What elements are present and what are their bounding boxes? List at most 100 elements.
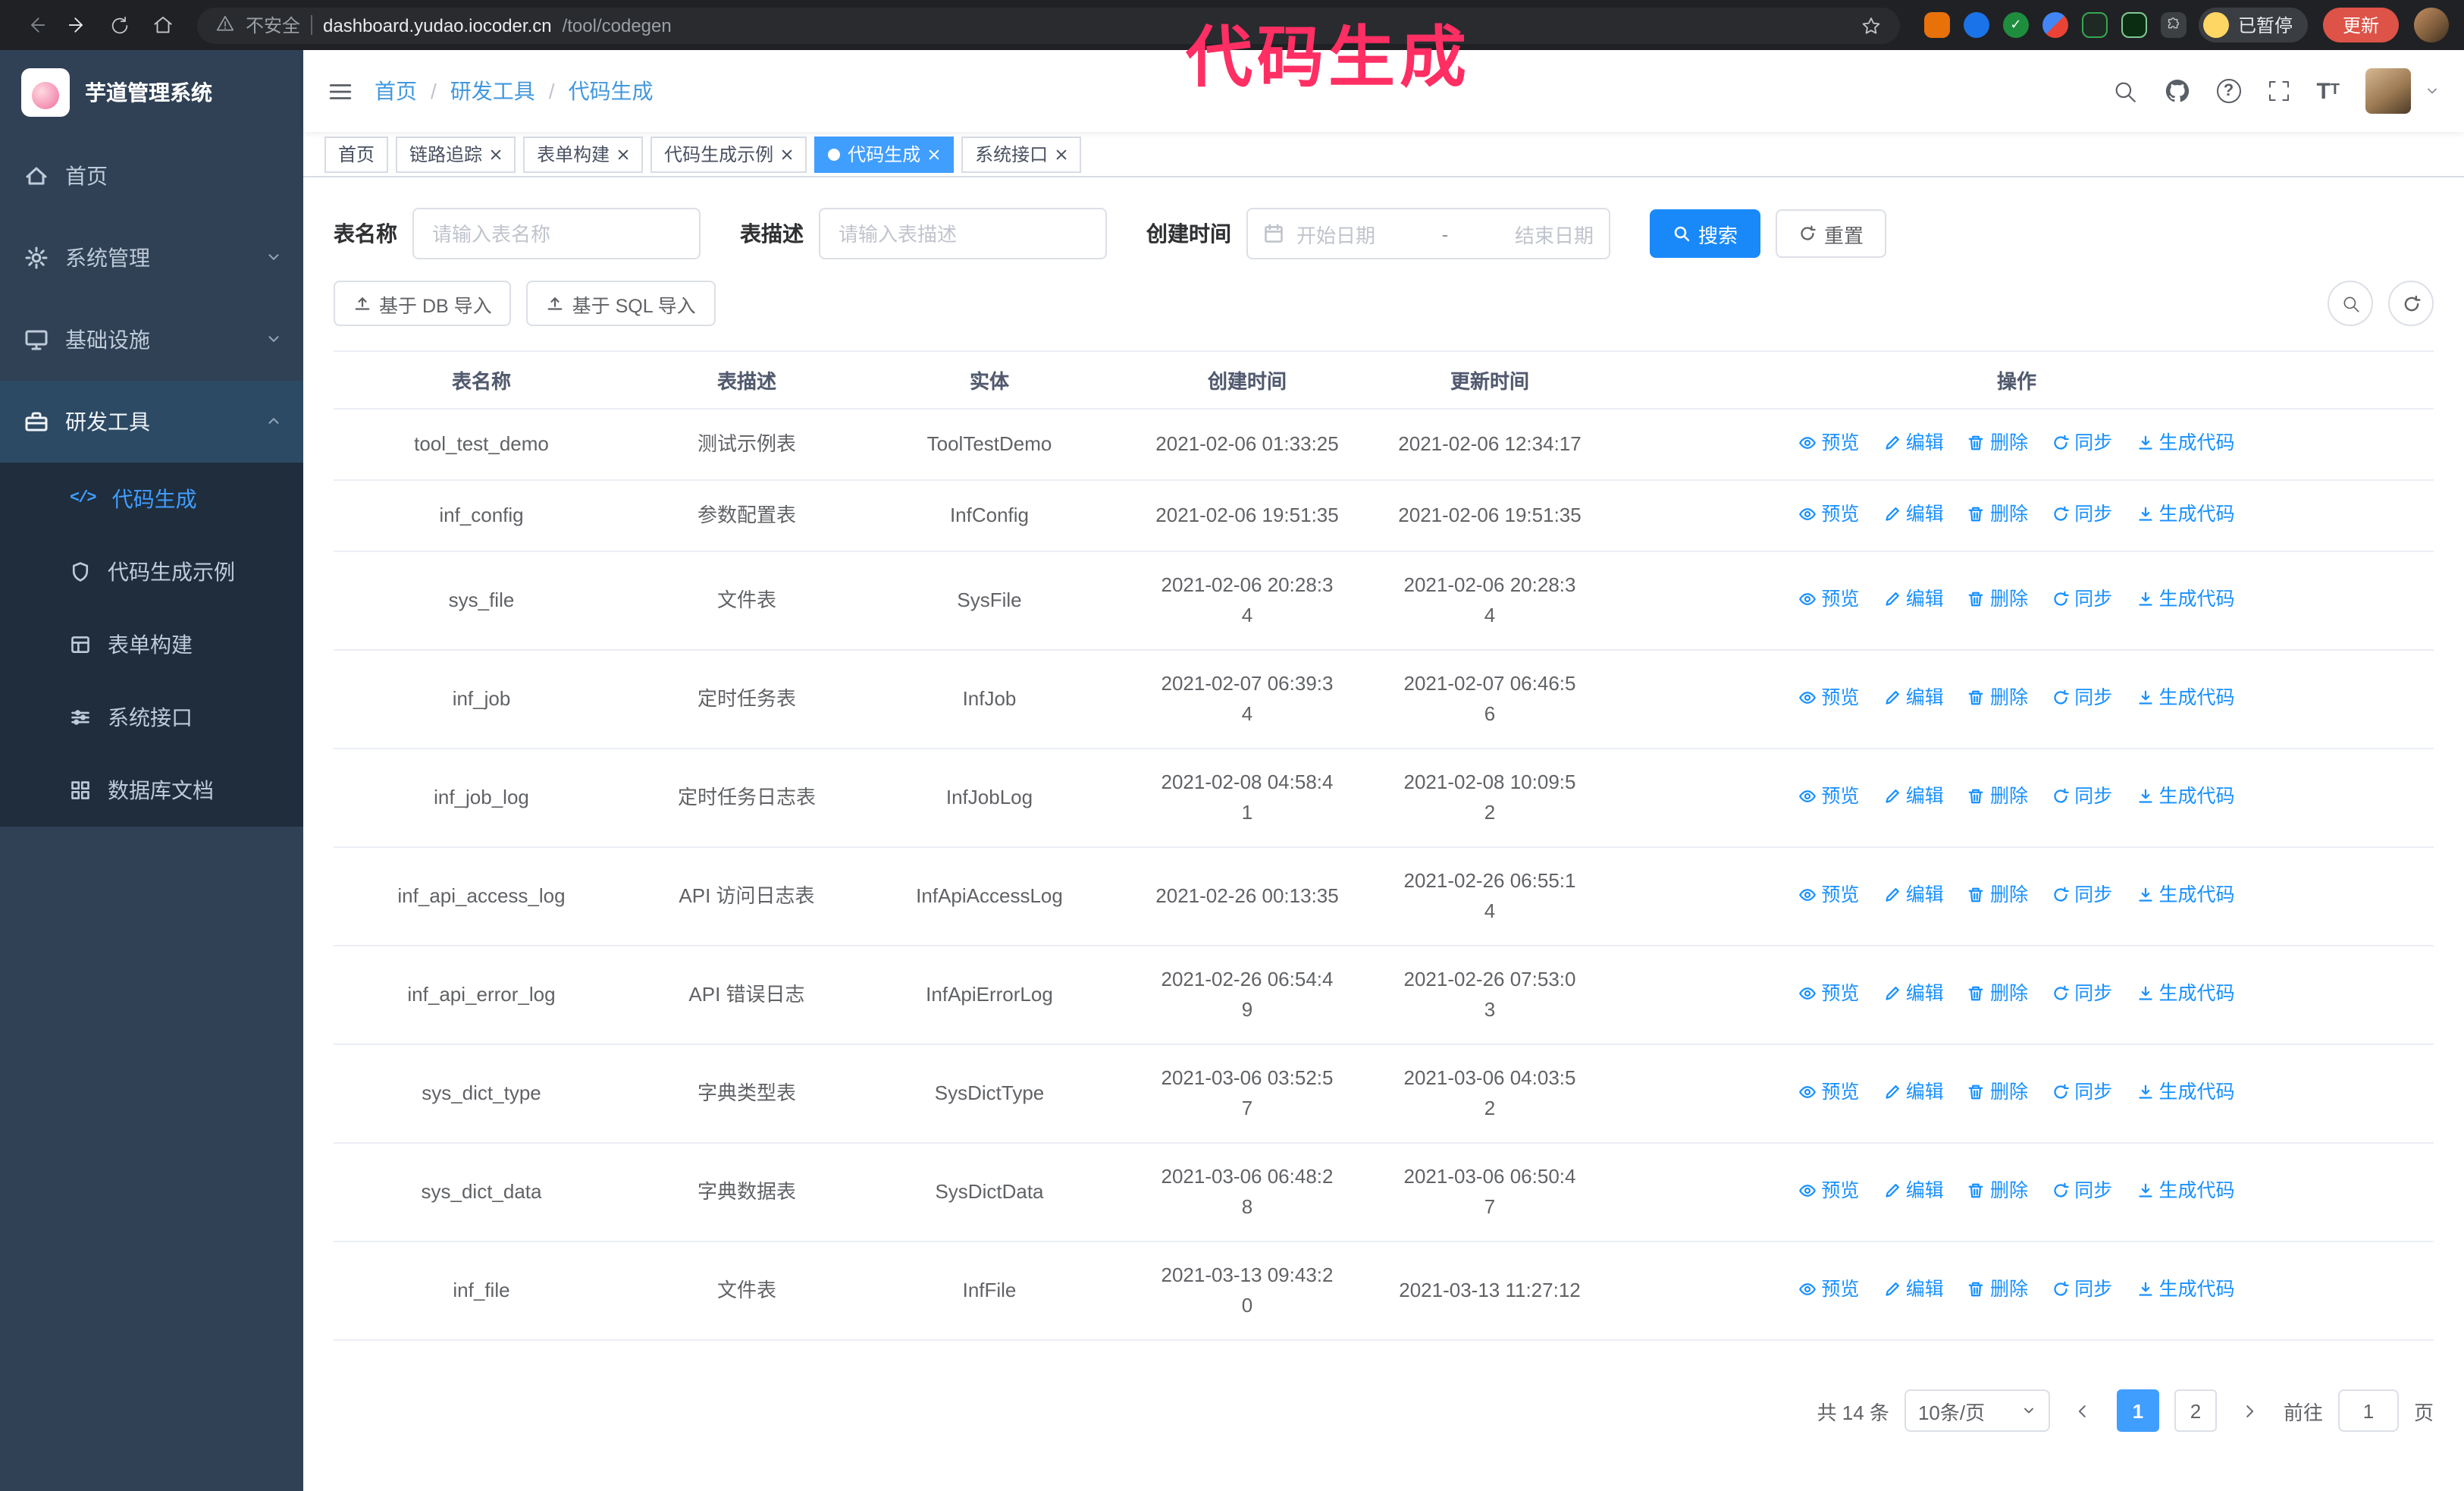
- sync-link[interactable]: 同步: [2052, 428, 2112, 458]
- reset-button[interactable]: 重置: [1776, 209, 1887, 258]
- search-button[interactable]: 搜索: [1650, 209, 1761, 258]
- help-icon[interactable]: [2216, 79, 2241, 103]
- generate-code-link[interactable]: 生成代码: [2136, 978, 2235, 1009]
- tab-system-api[interactable]: 系统接口: [961, 136, 1082, 172]
- edit-link[interactable]: 编辑: [1883, 1176, 1944, 1206]
- preview-link[interactable]: 预览: [1798, 428, 1859, 458]
- sync-link[interactable]: 同步: [2052, 1274, 2112, 1304]
- search-icon[interactable]: [2111, 78, 2137, 104]
- close-icon[interactable]: [781, 148, 793, 160]
- sidebar-item-home[interactable]: 首页: [0, 135, 303, 217]
- close-icon[interactable]: [617, 148, 629, 160]
- sidebar-logo[interactable]: 芋道管理系统: [0, 50, 303, 135]
- caret-down-icon[interactable]: [2425, 83, 2440, 99]
- page-2-button[interactable]: 2: [2174, 1389, 2217, 1432]
- close-icon[interactable]: [928, 148, 940, 160]
- preview-link[interactable]: 预览: [1798, 1274, 1859, 1304]
- edit-link[interactable]: 编辑: [1883, 683, 1944, 713]
- sidebar-item-codegen-example[interactable]: 代码生成示例: [0, 535, 303, 608]
- extensions-menu-puzzle-icon[interactable]: [2160, 12, 2187, 38]
- sidebar-item-codegen[interactable]: </> 代码生成: [0, 463, 303, 535]
- generate-code-link[interactable]: 生成代码: [2136, 499, 2235, 529]
- sidebar-item-form-builder[interactable]: 表单构建: [0, 608, 303, 681]
- back-icon[interactable]: [15, 5, 55, 45]
- sync-link[interactable]: 同步: [2052, 584, 2112, 614]
- browser-update-button[interactable]: 更新: [2322, 8, 2399, 42]
- create-time-range-picker[interactable]: 开始日期 - 结束日期: [1246, 208, 1610, 259]
- delete-link[interactable]: 删除: [1967, 584, 2028, 614]
- sidebar-item-devtools[interactable]: 研发工具: [0, 381, 303, 463]
- sidebar-item-system[interactable]: 系统管理: [0, 217, 303, 299]
- edit-link[interactable]: 编辑: [1883, 978, 1944, 1009]
- github-icon[interactable]: [2163, 77, 2190, 105]
- sync-link[interactable]: 同步: [2052, 499, 2112, 529]
- extension-5-icon[interactable]: [2081, 12, 2108, 38]
- home-icon[interactable]: [143, 5, 182, 45]
- sync-link[interactable]: 同步: [2052, 880, 2112, 910]
- delete-link[interactable]: 删除: [1967, 683, 2028, 713]
- delete-link[interactable]: 删除: [1967, 978, 2028, 1009]
- preview-link[interactable]: 预览: [1798, 781, 1859, 811]
- tab-codegen[interactable]: 代码生成: [814, 136, 955, 172]
- preview-link[interactable]: 预览: [1798, 683, 1859, 713]
- hamburger-icon[interactable]: [328, 78, 353, 104]
- address-bar[interactable]: 不安全 dashboard.yudao.iocoder.cn/tool/code…: [197, 7, 1900, 43]
- extension-3-icon[interactable]: ✓: [2002, 12, 2029, 38]
- page-1-button[interactable]: 1: [2116, 1389, 2159, 1432]
- refresh-table-button[interactable]: [2388, 281, 2434, 326]
- tab-form-builder[interactable]: 表单构建: [523, 136, 644, 172]
- table-name-input[interactable]: [412, 208, 701, 259]
- table-desc-input[interactable]: [819, 208, 1107, 259]
- delete-link[interactable]: 删除: [1967, 880, 2028, 910]
- breadcrumb-home[interactable]: 首页: [375, 76, 417, 106]
- preview-link[interactable]: 预览: [1798, 584, 1859, 614]
- reload-icon[interactable]: [100, 5, 140, 45]
- bookmark-star-icon[interactable]: [1861, 14, 1882, 36]
- sync-link[interactable]: 同步: [2052, 978, 2112, 1009]
- next-page-button[interactable]: [2232, 1389, 2268, 1432]
- extension-2-icon[interactable]: [1963, 12, 1989, 38]
- edit-link[interactable]: 编辑: [1883, 781, 1944, 811]
- delete-link[interactable]: 删除: [1967, 1274, 2028, 1304]
- generate-code-link[interactable]: 生成代码: [2136, 584, 2235, 614]
- prev-page-button[interactable]: [2065, 1389, 2102, 1432]
- edit-link[interactable]: 编辑: [1883, 880, 1944, 910]
- extension-1-icon[interactable]: [1923, 12, 1950, 38]
- delete-link[interactable]: 删除: [1967, 781, 2028, 811]
- delete-link[interactable]: 删除: [1967, 428, 2028, 458]
- generate-code-link[interactable]: 生成代码: [2136, 880, 2235, 910]
- tab-codegen-example[interactable]: 代码生成示例: [650, 136, 807, 172]
- page-size-select[interactable]: 10条/页: [1904, 1389, 2050, 1432]
- edit-link[interactable]: 编辑: [1883, 428, 1944, 458]
- user-avatar[interactable]: [2365, 68, 2411, 114]
- sync-link[interactable]: 同步: [2052, 1077, 2112, 1107]
- generate-code-link[interactable]: 生成代码: [2136, 683, 2235, 713]
- import-db-button[interactable]: 基于 DB 导入: [334, 281, 512, 326]
- forward-icon[interactable]: [58, 5, 97, 45]
- edit-link[interactable]: 编辑: [1883, 1274, 1944, 1304]
- import-sql-button[interactable]: 基于 SQL 导入: [526, 281, 716, 326]
- extension-4-icon[interactable]: [2042, 12, 2068, 38]
- browser-profile-avatar[interactable]: [2414, 8, 2449, 42]
- goto-page-input[interactable]: [2337, 1389, 2399, 1432]
- generate-code-link[interactable]: 生成代码: [2136, 428, 2235, 458]
- sync-link[interactable]: 同步: [2052, 1176, 2112, 1206]
- edit-link[interactable]: 编辑: [1883, 499, 1944, 529]
- tab-tracing[interactable]: 链路追踪: [396, 136, 516, 172]
- sync-link[interactable]: 同步: [2052, 781, 2112, 811]
- generate-code-link[interactable]: 生成代码: [2136, 1274, 2235, 1304]
- delete-link[interactable]: 删除: [1967, 1077, 2028, 1107]
- extension-6-icon[interactable]: [2121, 12, 2147, 38]
- preview-link[interactable]: 预览: [1798, 978, 1859, 1009]
- sync-link[interactable]: 同步: [2052, 683, 2112, 713]
- preview-link[interactable]: 预览: [1798, 1176, 1859, 1206]
- sidebar-item-infra[interactable]: 基础设施: [0, 299, 303, 381]
- preview-link[interactable]: 预览: [1798, 499, 1859, 529]
- sidebar-item-system-api[interactable]: 系统接口: [0, 681, 303, 754]
- fullscreen-icon[interactable]: [2266, 79, 2290, 103]
- font-size-icon[interactable]: [2316, 80, 2340, 102]
- generate-code-link[interactable]: 生成代码: [2136, 1077, 2235, 1107]
- sidebar-item-db-doc[interactable]: 数据库文档: [0, 754, 303, 827]
- breadcrumb-devtools[interactable]: 研发工具: [450, 76, 535, 106]
- close-icon[interactable]: [1055, 148, 1067, 160]
